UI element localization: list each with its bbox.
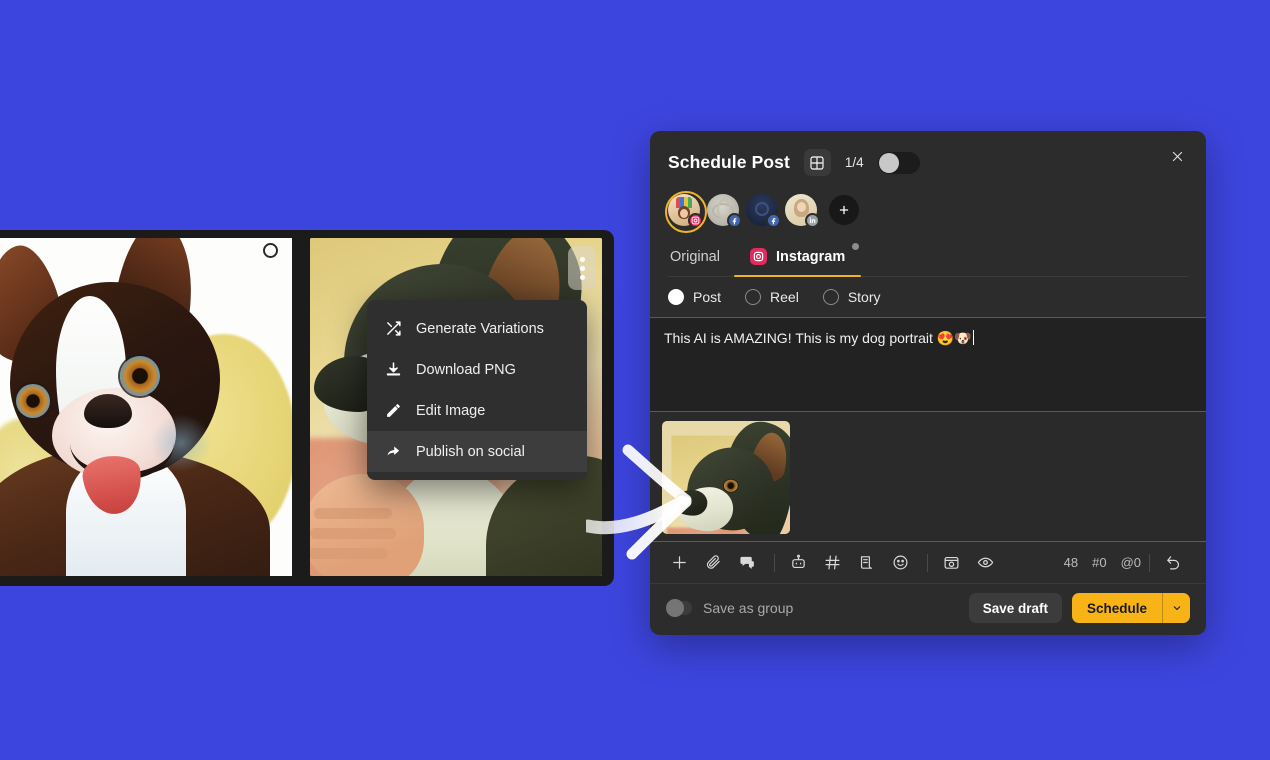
toolbar-divider [774,553,775,572]
context-menu-item-publish-on-social[interactable]: Publish on social [367,431,587,472]
panel-header: Schedule Post 1/4 Original Instagram [650,131,1206,277]
context-menu-item-download-png[interactable]: Download PNG [367,349,587,390]
tab-instagram[interactable]: Instagram [733,243,862,277]
radio-story[interactable]: Story [822,289,881,305]
context-menu-label: Publish on social [416,443,525,460]
context-menu-label: Edit Image [416,402,486,419]
avatar-facebook-account-1[interactable] [707,194,742,228]
radio-post[interactable]: Post [668,289,721,305]
context-menu-item-edit-image[interactable]: Edit Image [367,390,587,431]
tab-label: Original [670,249,720,265]
mention-count: @0 [1120,555,1141,570]
attachment-thumbnail[interactable] [662,421,790,534]
instagram-icon [749,248,767,265]
more-vertical-icon[interactable] [568,246,596,290]
hashtag-count: #0 [1092,555,1107,570]
comment-icon[interactable] [732,548,762,578]
avatar-linkedin-account[interactable] [785,194,820,228]
save-as-group-toggle[interactable] [666,599,692,617]
avatar-instagram-account[interactable] [665,191,707,233]
share-arrow-icon [385,443,402,460]
avatar-facebook-account-2[interactable] [746,194,781,228]
radio-label: Reel [770,289,799,305]
radio-circle [668,289,684,305]
media-icon[interactable] [936,548,966,578]
add-account-button[interactable] [829,195,859,225]
robot-icon[interactable] [783,548,813,578]
eye-icon[interactable] [970,548,1000,578]
download-icon [385,361,402,378]
pencil-icon [385,402,402,419]
image-card-one[interactable] [0,238,292,576]
grid-icon[interactable] [803,149,831,176]
panel-footer: Save as group Save draft Schedule [650,584,1206,632]
facebook-badge [727,213,742,228]
schedule-post-panel: Schedule Post 1/4 Original Instagram Pos… [650,131,1206,635]
close-icon[interactable] [1164,143,1190,169]
account-avatars [665,191,1188,233]
tab-original[interactable]: Original [668,245,722,276]
panel-header-row: Schedule Post 1/4 [668,149,1188,176]
hashtag-icon[interactable] [817,548,847,578]
character-count: 48 [1063,555,1079,570]
chevron-down-icon[interactable] [1162,593,1190,623]
resize-handle[interactable] [263,243,278,258]
plus-icon[interactable] [664,548,694,578]
radio-label: Story [847,289,881,305]
image-context-menu: Generate Variations Download PNG Edit Im… [367,300,587,480]
composer-text: This AI is AMAZING! This is my dog portr… [664,330,972,346]
save-as-group-label: Save as group [703,600,794,616]
composer-toolbar: 48 #0 @0 [650,542,1206,584]
schedule-button-group: Schedule [1071,593,1190,623]
context-menu-label: Generate Variations [416,320,544,337]
avatar [668,194,700,226]
radio-circle [745,289,762,305]
save-draft-button[interactable]: Save draft [968,593,1062,623]
radio-circle [822,289,839,305]
undo-icon[interactable] [1158,548,1188,578]
page-counter: 1/4 [844,155,864,170]
toolbar-divider [927,553,928,572]
radio-label: Post [693,289,722,305]
composer-textarea[interactable]: This AI is AMAZING! This is my dog portr… [650,318,1206,412]
emoji-icon[interactable] [885,548,915,578]
text-caret [972,330,974,345]
context-menu-item-generate-variations[interactable]: Generate Variations [367,308,587,349]
tab-label: Instagram [775,248,846,265]
paperclip-icon[interactable] [698,548,728,578]
template-icon[interactable] [851,548,881,578]
page-title: Schedule Post [668,152,790,172]
post-type-radios: Post Reel Story [650,277,1206,318]
schedule-button[interactable]: Schedule [1071,593,1162,623]
carousel-toggle[interactable] [877,151,920,174]
tab-status-dot [852,243,860,250]
instagram-badge [688,213,703,228]
dog-portrait-one [0,238,292,576]
facebook-badge [766,213,781,228]
shuffle-icon [385,320,402,337]
attachment-area [650,412,1206,542]
network-tabs: Original Instagram [668,243,1188,277]
linkedin-badge [805,213,820,228]
radio-reel[interactable]: Reel [745,289,799,305]
context-menu-label: Download PNG [416,361,516,378]
toolbar-divider [1149,553,1150,572]
